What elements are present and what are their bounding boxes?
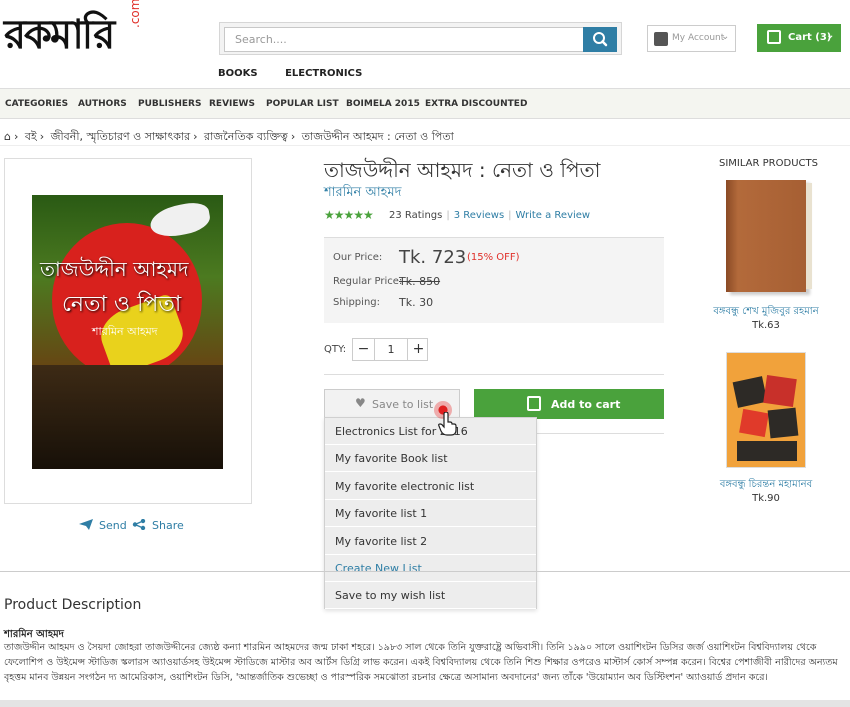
- search-button[interactable]: [583, 27, 617, 52]
- nav-electronics[interactable]: ELECTRONICS: [285, 68, 362, 79]
- share-link[interactable]: Share: [132, 519, 184, 532]
- create-new-list-link[interactable]: Create New List: [325, 555, 536, 582]
- similar-product-name[interactable]: বঙ্গবন্ধু চিরন্তন মহামানব: [686, 477, 846, 494]
- cover-title-line1: তাজউদ্দীন আহমদ: [40, 257, 189, 281]
- nav-authors[interactable]: AUTHORS: [78, 99, 127, 109]
- breadcrumb-current: তাজউদ্দীন আহমদ : নেতা ও পিতা: [301, 130, 454, 143]
- nav-publishers[interactable]: PUBLISHERS: [138, 99, 201, 109]
- add-to-cart-button[interactable]: Add to cart: [474, 389, 664, 419]
- our-price-label: Our Price:: [333, 252, 383, 263]
- regular-price-label: Regular Price:: [333, 276, 403, 287]
- cart-label: Cart (3): [788, 32, 832, 43]
- similar-product-image[interactable]: [726, 352, 806, 468]
- search-bar: Search....: [219, 22, 622, 55]
- shipping-price: Tk. 30: [399, 296, 434, 309]
- qty-label: QTY:: [324, 344, 347, 355]
- horizontal-scrollbar[interactable]: [0, 700, 850, 707]
- reviews-link[interactable]: 3 Reviews: [454, 210, 504, 221]
- price-box: Our Price: Tk. 723 (15% OFF) Regular Pri…: [324, 237, 664, 323]
- shopping-bag-icon: [767, 30, 781, 44]
- regular-price: Tk. 850: [399, 275, 441, 288]
- nav-books[interactable]: BOOKS: [218, 68, 258, 79]
- list-item[interactable]: My favorite list 1: [325, 500, 536, 527]
- divider: [0, 571, 850, 572]
- breadcrumb-item[interactable]: রাজনৈতিক ব্যক্তিত্ব: [204, 130, 288, 143]
- breadcrumb-item[interactable]: বই: [25, 130, 37, 143]
- book-cover-image[interactable]: তাজউদ্দীন আহমদ নেতা ও পিতা শারমিন আহমদ: [32, 195, 223, 469]
- avatar-icon: [654, 32, 668, 46]
- list-item[interactable]: My favorite electronic list: [325, 473, 536, 500]
- logo-suffix: .com: [128, 0, 142, 28]
- logo[interactable]: রকমারি .com: [4, 0, 142, 62]
- dove-graphic: [147, 200, 213, 240]
- my-account-dropdown[interactable]: My Account ⌄: [647, 25, 736, 52]
- save-list-dropdown: Electronics List for 2016 My favorite Bo…: [324, 417, 537, 609]
- chevron-down-icon: ⌄: [826, 30, 835, 41]
- hand-cursor-icon: [438, 412, 457, 436]
- similar-products-title: SIMILAR PRODUCTS: [719, 158, 818, 169]
- nav-boimela-2015[interactable]: BOIMELA 2015: [346, 99, 420, 109]
- send-icon: [79, 519, 93, 530]
- rating-stars: ★★★★★: [324, 208, 374, 222]
- ratings-summary: 23 Ratings | 3 Reviews | Write a Review: [389, 210, 591, 221]
- list-item[interactable]: Electronics List for 2016: [325, 418, 536, 445]
- nav-categories[interactable]: CATEGORIES: [5, 99, 68, 109]
- breadcrumb-item[interactable]: জীবনী, স্মৃতিচারণ ও সাক্ষাৎকার: [51, 130, 190, 143]
- ratings-count: 23 Ratings: [389, 210, 443, 221]
- divider: [0, 145, 850, 146]
- save-to-list-label: Save to list: [372, 398, 434, 411]
- share-icon: [132, 519, 146, 530]
- similar-product-image[interactable]: [726, 180, 812, 292]
- send-link[interactable]: Send: [79, 519, 127, 532]
- heart-icon: ♥: [355, 396, 366, 410]
- divider: [324, 374, 664, 375]
- nav-reviews[interactable]: REVIEWS: [209, 99, 255, 109]
- cover-title-line2: নেতা ও পিতা: [62, 292, 182, 317]
- home-icon[interactable]: ⌂: [4, 130, 11, 143]
- similar-product-price: Tk.90: [752, 493, 780, 504]
- logo-text: রকমারি: [4, 12, 115, 58]
- product-author-link[interactable]: শারমিন আহমদ: [324, 183, 401, 204]
- quantity-stepper: − 1 +: [352, 338, 428, 361]
- nav-extra-discounted[interactable]: EXTRA DISCOUNTED: [425, 99, 527, 109]
- list-item[interactable]: My favorite list 2: [325, 528, 536, 555]
- divider: [537, 433, 664, 434]
- category-bar: CATEGORIES AUTHORS PUBLISHERS REVIEWS PO…: [0, 88, 850, 119]
- account-label: My Account: [672, 33, 725, 43]
- shopping-bag-icon: [527, 396, 541, 411]
- nav-popular-list[interactable]: POPULAR LIST: [266, 99, 339, 109]
- qty-increase-button[interactable]: +: [407, 339, 429, 360]
- list-item[interactable]: My favorite Book list: [325, 445, 536, 472]
- write-review-link[interactable]: Write a Review: [516, 210, 591, 221]
- our-price: Tk. 723: [399, 247, 467, 268]
- qty-input[interactable]: 1: [375, 339, 407, 360]
- description-body: তাজউদ্দীন আহমদ ও সৈয়দা জোহরা তাজউদ্দীনে…: [4, 642, 838, 683]
- chevron-down-icon: ⌄: [721, 31, 730, 42]
- save-to-wish-list-item[interactable]: Save to my wish list: [325, 582, 536, 609]
- cart-button[interactable]: Cart (3) ⌄: [757, 24, 841, 52]
- cover-author: শারমিন আহমদ: [92, 325, 158, 338]
- shipping-label: Shipping:: [333, 297, 380, 308]
- similar-product-price: Tk.63: [752, 320, 780, 331]
- add-to-cart-label: Add to cart: [551, 398, 621, 411]
- similar-product-name[interactable]: বঙ্গবন্ধু শেখ মুজিবুর রহমান: [686, 304, 846, 321]
- search-icon: [593, 32, 608, 47]
- search-input[interactable]: Search....: [224, 27, 584, 52]
- qty-decrease-button[interactable]: −: [353, 339, 375, 360]
- discount-badge: (15% OFF): [467, 252, 520, 263]
- top-subnav: BOOKS ELECTRONICS: [218, 68, 386, 79]
- description-title: Product Description: [4, 597, 142, 613]
